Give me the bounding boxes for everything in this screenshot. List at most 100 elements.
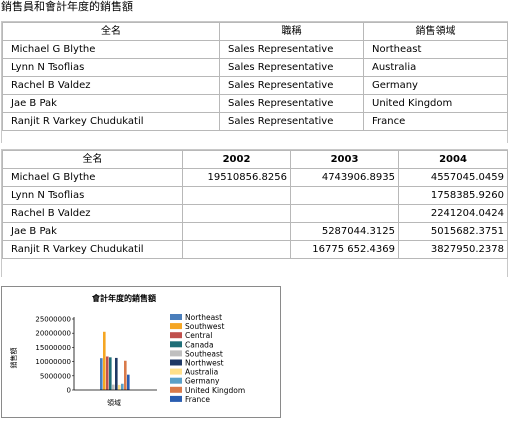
legend-swatch (170, 332, 182, 339)
chart-canvas: 會計年度的銷售額 銷售額 領域 0 5000000 10000000 15000000… (9, 293, 245, 407)
legend-swatch (170, 395, 182, 402)
cell-fullname: Michael G Blythe (2, 168, 183, 187)
salesperson-table: 全名 職稱 銷售領域 Michael G Blythe Sales Repres… (2, 22, 508, 131)
cell-title: Sales Representative (219, 40, 364, 59)
chart-legend: NortheastSouthwestCentralCanadaSoutheast… (170, 313, 245, 404)
legend-swatch (170, 350, 182, 357)
legend-label: Southeast (185, 349, 223, 358)
y-tick-label: 10000000 (35, 358, 71, 366)
legend-swatch (170, 314, 182, 320)
salesperson-table-block: 全名 職稱 銷售領域 Michael G Blythe Sales Repres… (1, 21, 508, 143)
report-title: 銷售員和會計年度的銷售額 (1, 0, 133, 13)
table-footer-spacer (2, 258, 507, 277)
cell-sales-2003 (290, 186, 399, 205)
bar-canada (109, 357, 112, 390)
column-header-fullname[interactable]: 全名 (2, 22, 220, 41)
cell-territory: Australia (363, 58, 508, 77)
cell-sales-2002 (182, 204, 291, 223)
cell-sales-2003: 16775 652.4369 (290, 240, 399, 259)
cell-fullname: Lynn N Tsoflias (2, 58, 220, 77)
bar-southwest (103, 331, 106, 390)
table-footer-spacer (2, 130, 507, 143)
y-tick-label: 0 (67, 387, 71, 395)
cell-fullname: Michael G Blythe (2, 40, 220, 59)
y-tick-label: 5000000 (40, 372, 71, 380)
table-header-row: 全名 職稱 銷售領域 (2, 22, 508, 41)
y-tick-label: 15000000 (35, 344, 71, 352)
cell-sales-2003 (290, 204, 399, 223)
sales-by-year-table: 全名 2002 2003 2004 Michael G Blythe 19510… (2, 150, 508, 259)
cell-territory: France (363, 112, 508, 131)
bar-series (100, 331, 130, 390)
bar-united-kingdom (124, 360, 127, 390)
x-axis-label: 領域 (107, 398, 121, 407)
cell-fullname: Jae B Pak (2, 222, 183, 241)
y-tick-label: 25000000 (35, 316, 71, 324)
legend-swatch (170, 359, 182, 366)
table-header-row: 全名 2002 2003 2004 (2, 150, 508, 169)
sales-by-year-table-block: 全名 2002 2003 2004 Michael G Blythe 19510… (1, 149, 508, 277)
cell-sales-2004: 5015682.3751 (398, 222, 508, 241)
cell-territory: Northeast (363, 40, 508, 59)
legend-swatch (170, 377, 182, 384)
column-header-title[interactable]: 職稱 (219, 22, 364, 41)
sales-chart: 會計年度的銷售額 銷售額 領域 0 5000000 10000000 15000000… (1, 286, 281, 418)
table-row: Ranjit R Varkey Chudukatil 16775 652.436… (2, 240, 508, 259)
cell-sales-2003: 4743906.8935 (290, 168, 399, 187)
cell-title: Sales Representative (219, 58, 364, 77)
column-header-2004[interactable]: 2004 (398, 150, 508, 169)
legend-label: France (185, 395, 210, 404)
cell-fullname: Rachel B Valdez (2, 204, 183, 223)
y-axis-label: 銷售額 (9, 348, 18, 369)
bar-northeast (100, 358, 103, 390)
cell-sales-2003: 5287044.3125 (290, 222, 399, 241)
legend-swatch (170, 386, 182, 393)
y-tick-label: 20000000 (35, 330, 71, 338)
legend-label: United Kingdom (185, 386, 245, 395)
column-header-2003[interactable]: 2003 (290, 150, 399, 169)
cell-sales-2002 (182, 186, 291, 205)
bar-central (106, 356, 109, 390)
legend-label: Central (185, 331, 212, 340)
cell-title: Sales Representative (219, 94, 364, 113)
cell-fullname: Rachel B Valdez (2, 76, 220, 95)
table-row: Jae B Pak Sales Representative United Ki… (2, 94, 508, 113)
bar-france (127, 374, 130, 390)
column-header-territory[interactable]: 銷售領域 (363, 22, 508, 41)
bar-australia (118, 384, 121, 390)
table-row: Lynn N Tsoflias Sales Representative Aus… (2, 58, 508, 77)
cell-sales-2002 (182, 240, 291, 259)
table-row: Ranjit R Varkey Chudukatil Sales Represe… (2, 112, 508, 131)
legend-swatch (170, 341, 182, 348)
legend-label: Canada (185, 340, 214, 349)
legend-swatch (170, 323, 182, 330)
cell-territory: United Kingdom (363, 94, 508, 113)
y-axis-ticks: 0 5000000 10000000 15000000 20000000 25000000 (35, 316, 74, 395)
table-row: Jae B Pak 5287044.3125 5015682.3751 (2, 222, 508, 241)
bar-germany (121, 383, 124, 390)
table-row: Rachel B Valdez 2241204.0424 (2, 204, 508, 223)
legend-label: Southwest (185, 322, 224, 331)
legend-swatch (170, 368, 182, 375)
cell-title: Sales Representative (219, 112, 364, 131)
cell-title: Sales Representative (219, 76, 364, 95)
cell-territory: Germany (363, 76, 508, 95)
cell-fullname: Jae B Pak (2, 94, 220, 113)
table-row: Lynn N Tsoflias 1758385.9260 (2, 186, 508, 205)
cell-sales-2004: 2241204.0424 (398, 204, 508, 223)
bar-southeast (112, 384, 115, 390)
cell-sales-2002 (182, 222, 291, 241)
cell-sales-2002: 19510856.8256 (182, 168, 291, 187)
cell-fullname: Lynn N Tsoflias (2, 186, 183, 205)
bar-northwest (115, 357, 118, 390)
chart-title: 會計年度的銷售額 (91, 293, 156, 303)
cell-fullname: Ranjit R Varkey Chudukatil (2, 240, 183, 259)
cell-sales-2004: 1758385.9260 (398, 186, 508, 205)
column-header-fullname[interactable]: 全名 (2, 150, 183, 169)
table-row: Michael G Blythe Sales Representative No… (2, 40, 508, 59)
column-header-2002[interactable]: 2002 (182, 150, 291, 169)
table-row: Rachel B Valdez Sales Representative Ger… (2, 76, 508, 95)
legend-label: Northeast (185, 313, 222, 322)
cell-fullname: Ranjit R Varkey Chudukatil (2, 112, 220, 131)
legend-label: Germany (185, 377, 220, 386)
